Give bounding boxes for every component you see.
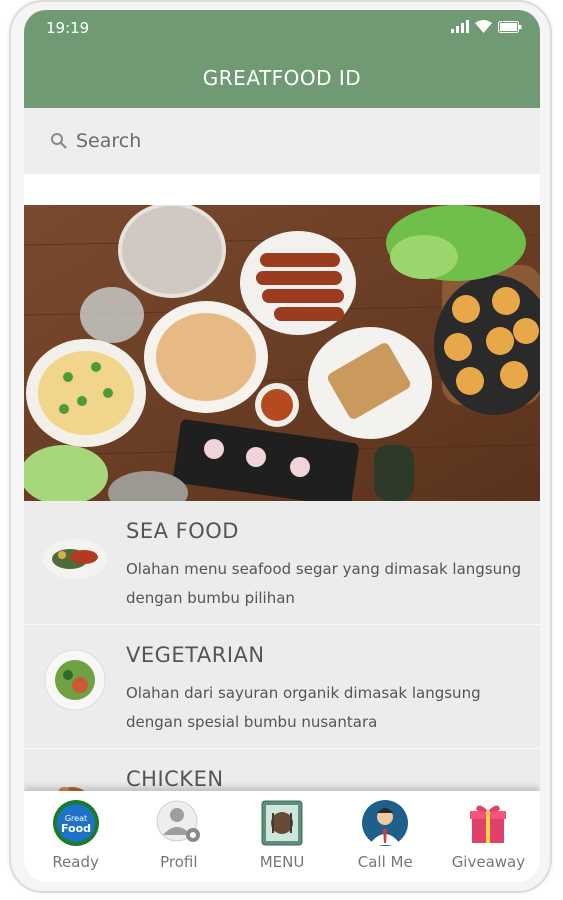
vegetarian-thumbnail <box>44 649 106 711</box>
search-icon <box>51 133 67 149</box>
gift-icon <box>470 805 507 843</box>
category-title: VEGETARIAN <box>126 643 265 667</box>
app-title: GREATFOOD ID <box>202 66 362 90</box>
nav-label: Giveaway <box>451 853 526 871</box>
nav-menu[interactable]: MENU <box>230 791 333 882</box>
status-time: 19:19 <box>46 19 90 37</box>
category-title: CHICKEN <box>126 767 224 791</box>
status-bar: 19:19 <box>24 10 540 48</box>
nav-giveaway[interactable]: Giveaway <box>437 791 540 882</box>
category-description: Olahan dari sayuran organik dimasak lang… <box>126 684 481 731</box>
nav-label: Ready <box>52 853 99 871</box>
nav-label: MENU <box>259 853 305 871</box>
nav-ready[interactable]: Great Food Ready <box>24 791 127 882</box>
search-bar[interactable]: Search <box>24 108 540 174</box>
category-item-vegetarian[interactable]: VEGETARIAN Olahan dari sayuran organik d… <box>24 625 540 749</box>
wifi-icon <box>475 20 492 33</box>
menu-plate-icon <box>261 800 303 846</box>
signal-icon <box>451 20 469 33</box>
category-list: SEA FOOD Olahan menu seafood segar yang … <box>24 501 540 791</box>
category-item-seafood[interactable]: SEA FOOD Olahan menu seafood segar yang … <box>24 501 540 625</box>
bottom-navigation: Great Food Ready Profil MENU Call Me Giv… <box>24 791 540 882</box>
category-item-chicken[interactable]: CHICKEN <box>24 749 540 791</box>
nav-profil[interactable]: Profil <box>127 791 230 882</box>
nav-call-me[interactable]: Call Me <box>334 791 437 882</box>
hero-food-image <box>24 205 540 501</box>
battery-icon <box>498 20 522 33</box>
app-bar: GREATFOOD ID <box>24 48 540 108</box>
logo-text-food: Food <box>61 822 91 835</box>
spacer <box>24 174 540 205</box>
category-title: SEA FOOD <box>126 519 239 543</box>
chicken-thumbnail <box>58 787 85 791</box>
nav-label: Profil <box>160 853 198 871</box>
nav-label: Call Me <box>357 853 413 871</box>
search-placeholder[interactable]: Search <box>76 130 141 152</box>
profile-gear-icon <box>156 800 200 842</box>
seafood-thumbnail <box>43 539 107 579</box>
food-table-illustration <box>24 205 540 501</box>
status-icons <box>451 20 522 33</box>
app-screen: 19:19 GREATFOOD ID Search SEA FOOD Olaha… <box>24 10 540 882</box>
great-food-logo-icon: Great Food <box>52 800 99 846</box>
category-description: Olahan menu seafood segar yang dimasak l… <box>126 560 522 607</box>
support-agent-icon <box>362 800 409 846</box>
